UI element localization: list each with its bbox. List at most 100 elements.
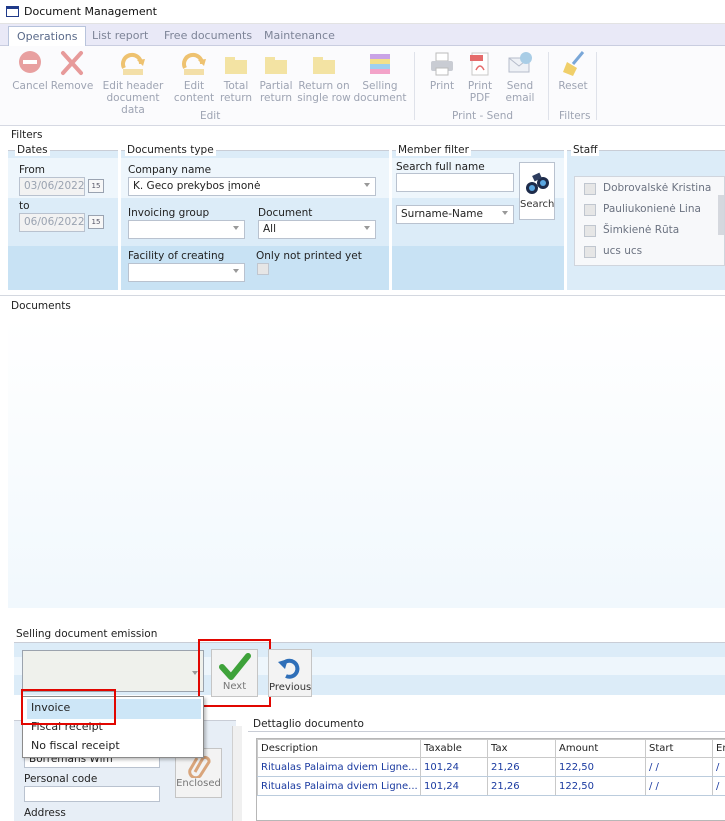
- previous-button[interactable]: Previous: [268, 649, 312, 697]
- staff-item-label: Dobrovalskė Kristina: [603, 182, 712, 194]
- only-not-printed-label: Only not printed yet: [256, 250, 362, 262]
- documents-grid[interactable]: [8, 318, 725, 608]
- table-cell: 101,24: [420, 757, 488, 777]
- tab-maintenance[interactable]: Maintenance: [256, 26, 343, 46]
- staff-checkbox[interactable]: [584, 246, 596, 258]
- facility-select[interactable]: [128, 263, 245, 282]
- reset-button[interactable]: Reset: [554, 50, 592, 92]
- customer-panel-scrollbar[interactable]: [232, 726, 242, 821]
- invoicing-group-select[interactable]: [128, 220, 245, 239]
- document-select[interactable]: All: [258, 220, 376, 239]
- staff-checkbox[interactable]: [584, 225, 596, 237]
- ribbon-separator: [414, 52, 415, 120]
- ribbon-separator: [548, 52, 549, 120]
- table-cell: Ritualas Palaima dviem Ligne...: [257, 757, 421, 777]
- table-cell: 122,50: [555, 757, 646, 777]
- chevron-down-icon: [364, 183, 370, 187]
- search-full-name-label: Search full name: [396, 161, 485, 173]
- company-name-value: K. Geco prekybos įmonė: [133, 180, 261, 192]
- table-cell: / /: [645, 757, 713, 777]
- emission-section-label: Selling document emission: [16, 628, 158, 640]
- detail-grid[interactable]: Description Taxable Tax Amount Start En …: [256, 738, 725, 821]
- date-to-input[interactable]: 06/06/2022: [19, 213, 85, 232]
- document-value: All: [263, 223, 277, 235]
- edit-content-button[interactable]: Edit content: [172, 50, 216, 104]
- facility-label: Facility of creating: [128, 250, 225, 262]
- detail-header-row: Description Taxable Tax Amount Start En: [257, 739, 725, 758]
- checkmark-icon: [218, 653, 251, 681]
- next-button[interactable]: Next: [211, 649, 258, 697]
- chevron-down-icon: [233, 269, 239, 273]
- filters-section-label: Filters: [11, 129, 43, 141]
- staff-list-scrollbar[interactable]: [718, 195, 724, 235]
- selling-document-icon: [366, 50, 394, 78]
- table-cell: /: [712, 757, 725, 777]
- tab-bar: Operations List report Free documents Ma…: [0, 24, 725, 46]
- table-row[interactable]: Ritualas Palaima dviem Ligne... 101,24 2…: [257, 757, 725, 777]
- broom-icon: [559, 50, 587, 78]
- column-header[interactable]: Description: [257, 739, 421, 758]
- window-title: Document Management: [24, 5, 157, 18]
- emission-type-select[interactable]: [22, 650, 204, 692]
- search-button[interactable]: Search: [519, 162, 555, 220]
- table-cell: /: [712, 776, 725, 796]
- invoicing-group-label: Invoicing group: [128, 207, 210, 219]
- group-label-edit: Edit: [200, 110, 221, 122]
- email-icon: [506, 50, 534, 78]
- invoice-highlight: [21, 689, 116, 725]
- search-full-name-input[interactable]: [396, 173, 514, 192]
- cancel-button[interactable]: Cancel: [8, 50, 52, 92]
- print-pdf-button[interactable]: Print PDF: [462, 50, 498, 104]
- only-not-printed-checkbox[interactable]: [257, 263, 269, 275]
- chevron-down-icon: [233, 226, 239, 230]
- return-single-row-button[interactable]: Return on single row: [296, 50, 352, 104]
- remove-button[interactable]: Remove: [50, 50, 94, 92]
- column-header[interactable]: Start: [645, 739, 713, 758]
- personal-code-input[interactable]: [24, 786, 160, 802]
- tab-operations[interactable]: Operations: [8, 26, 87, 46]
- name-order-value: Surname-Name: [401, 208, 483, 220]
- group-label-print-send: Print - Send: [452, 110, 514, 122]
- company-name-select[interactable]: K. Geco prekybos įmonė: [128, 177, 376, 196]
- group-label-filters: Filters: [559, 110, 591, 122]
- column-header[interactable]: En: [712, 739, 725, 758]
- column-header[interactable]: Tax: [487, 739, 556, 758]
- staff-group-label: Staff: [571, 144, 600, 156]
- selling-document-button[interactable]: Selling document: [352, 50, 408, 104]
- tab-free-documents[interactable]: Free documents: [156, 26, 260, 46]
- send-email-button[interactable]: Send email: [500, 50, 540, 104]
- column-header[interactable]: Amount: [555, 739, 646, 758]
- table-cell: 122,50: [555, 776, 646, 796]
- documents-section-label: Documents: [11, 300, 71, 312]
- print-button[interactable]: Print: [422, 50, 462, 92]
- table-cell: 21,26: [487, 757, 556, 777]
- member-filter-group-label: Member filter: [396, 144, 471, 156]
- folder-icon: [310, 50, 338, 78]
- to-label: to: [19, 200, 30, 212]
- address-label: Address: [24, 807, 66, 819]
- staff-checkbox[interactable]: [584, 204, 596, 216]
- personal-code-label: Personal code: [24, 773, 98, 785]
- from-label: From: [19, 164, 46, 176]
- documents-type-group-label: Documents type: [125, 144, 216, 156]
- pdf-icon: [466, 50, 494, 78]
- table-cell: / /: [645, 776, 713, 796]
- tab-list-report[interactable]: List report: [84, 26, 156, 46]
- dropdown-option-no-fiscal-receipt[interactable]: No fiscal receipt: [27, 737, 201, 757]
- staff-checkbox[interactable]: [584, 183, 596, 195]
- name-order-select[interactable]: Surname-Name: [396, 205, 514, 224]
- edit-content-icon: [180, 50, 208, 78]
- edit-header-icon: [119, 50, 147, 78]
- date-from-input[interactable]: 03/06/2022: [19, 177, 85, 196]
- table-row[interactable]: Ritualas Palaima dviem Ligne... 101,24 2…: [257, 776, 725, 796]
- edit-header-button[interactable]: Edit header document data: [96, 50, 170, 116]
- calendar-icon[interactable]: 15: [88, 179, 104, 193]
- calendar-icon[interactable]: 15: [88, 215, 104, 229]
- total-return-button[interactable]: Total return: [216, 50, 256, 104]
- table-cell: 21,26: [487, 776, 556, 796]
- column-header[interactable]: Taxable: [420, 739, 488, 758]
- staff-item-label: Pauliukonienė Lina: [603, 203, 701, 215]
- chevron-down-icon: [502, 211, 508, 215]
- detail-section-label: Dettaglio documento: [253, 718, 364, 730]
- partial-return-button[interactable]: Partial return: [256, 50, 296, 104]
